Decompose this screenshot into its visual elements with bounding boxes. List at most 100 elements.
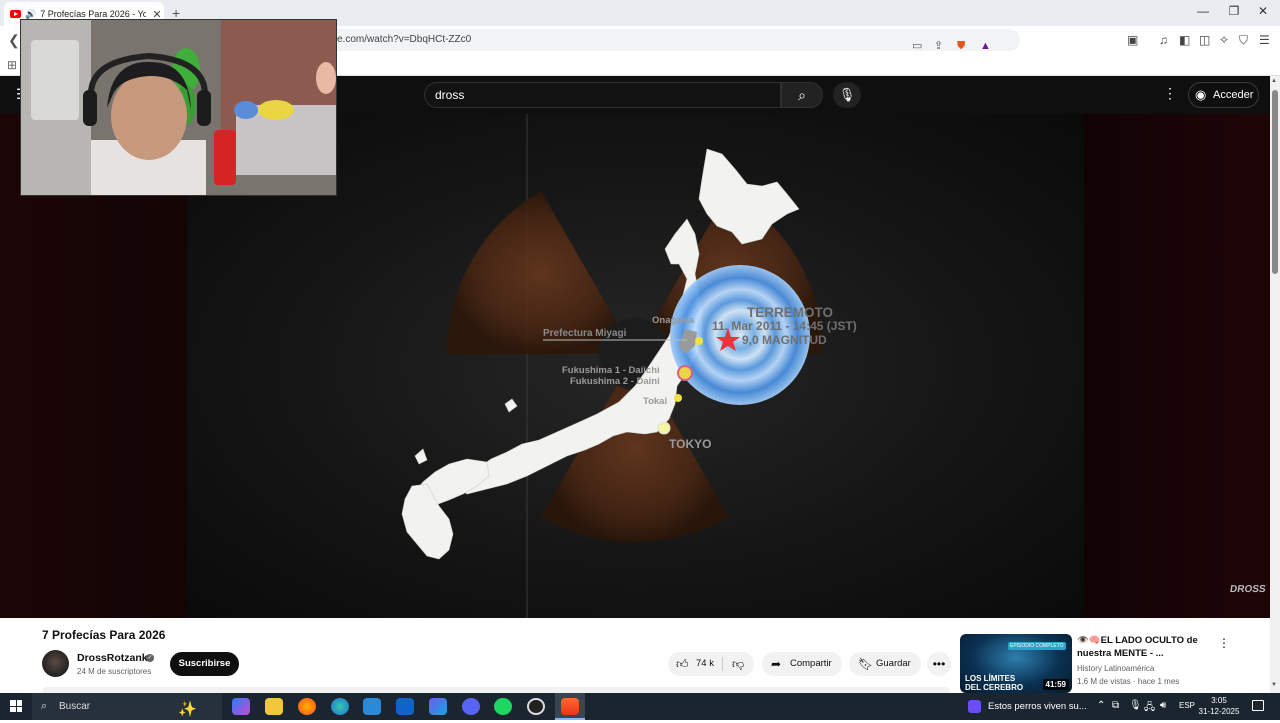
search-icon: ⌕ (798, 87, 806, 103)
webcam-image (21, 20, 336, 195)
recommended-meta: 1.6 M de vistas · hace 1 mes (1077, 677, 1180, 686)
tokyo-marker-icon (657, 421, 671, 435)
address-bar[interactable]: e.com/watch?v=DbqHCt-ZZc0 ▭ ⇪ ⛊ ▲ (300, 29, 1020, 52)
close-window-button[interactable]: ✕ (1253, 4, 1273, 18)
file-explorer-icon[interactable] (265, 698, 283, 715)
search-input[interactable]: dross (424, 82, 781, 108)
page-scrollbar[interactable]: ▲ ▼ (1270, 76, 1280, 693)
thumbnail-text-1: LOS LÍMITES (965, 674, 1016, 683)
youtube-favicon-icon (10, 10, 21, 18)
taskbar-search-box[interactable]: ⌕ Buscar ✨ (32, 693, 222, 720)
video-duration: 41:59 (1042, 679, 1069, 690)
microphone-tray-icon[interactable]: 🎙︎ (1129, 700, 1142, 711)
microphone-icon: 🎙 (838, 87, 856, 102)
vpn-icon[interactable]: ⛉ (1239, 33, 1248, 48)
sidebar-icon[interactable]: ◧ (1179, 33, 1190, 47)
restore-button[interactable]: ❐ (1224, 4, 1244, 18)
onagawa-label: Onagawa (652, 315, 695, 326)
share-arrow-icon: ➦ (771, 657, 782, 671)
channel-name[interactable]: DrossRotzank (77, 652, 148, 664)
sign-in-button[interactable]: ◉ Acceder (1188, 82, 1259, 108)
taskbar-search-placeholder: Buscar (59, 701, 91, 712)
search-button[interactable]: ⌕ (781, 82, 823, 108)
video-details: 7 Profecías Para 2026 DrossRotzank ✓ 24 … (0, 618, 1270, 693)
tokai-nuclear-icon (674, 394, 682, 402)
brave-icon (561, 698, 579, 715)
tray-overflow-icon[interactable]: ⌃ (1097, 700, 1105, 711)
fukushima1-label: Fukushima 1 - Daiichi (562, 365, 660, 376)
fukushima-nuclear-icon (677, 365, 693, 381)
video-title: 7 Profecías Para 2026 (42, 628, 166, 642)
wallet-icon[interactable]: ◫ (1199, 33, 1210, 47)
share-label: Compartir (790, 658, 832, 669)
more-actions-button[interactable]: ••• (927, 652, 951, 676)
store-icon[interactable] (363, 698, 381, 715)
tab-title: 7 Profecías Para 2026 - YouTube (40, 9, 146, 19)
channel-watermark[interactable]: DROSS (1229, 584, 1266, 595)
settings-kebab-icon[interactable]: ⋮ (1163, 85, 1177, 102)
speaker-icon[interactable]: 🔊 (25, 9, 36, 20)
search-highlight-icon: ✨ (178, 701, 197, 718)
minimize-button[interactable]: — (1193, 4, 1213, 18)
fukushima2-label: Fukushima 2 - Daini (570, 376, 660, 387)
notification-icon[interactable] (1252, 700, 1264, 711)
channel-avatar[interactable] (42, 650, 69, 677)
recommended-title-line-1[interactable]: 👁️🧠EL LADO OCULTO de (1077, 635, 1198, 646)
save-button[interactable]: 🔖︎ Guardar (849, 652, 921, 676)
share-button[interactable]: ➦ Compartir (762, 652, 842, 676)
recommended-menu-icon[interactable]: ⋮ (1218, 636, 1230, 650)
sign-in-label: Acceder (1213, 89, 1254, 101)
recommended-thumbnail[interactable]: EPISODIO COMPLETO LOS LÍMITES DEL CEREBR… (960, 634, 1072, 693)
like-dislike-group[interactable]: 👍︎ 74 k 👎︎ (668, 652, 754, 676)
language-indicator[interactable]: ESP (1179, 701, 1195, 710)
outlook-icon[interactable] (396, 698, 414, 715)
webcam-overlay (20, 19, 337, 196)
obs-icon[interactable] (527, 698, 545, 715)
url-text: e.com/watch?v=DbqHCt-ZZc0 (337, 34, 472, 45)
bookmark-icon: 🔖︎ (858, 657, 874, 671)
media-icon[interactable]: ♫ (1159, 33, 1168, 47)
like-divider (722, 657, 723, 671)
thumbnail-tag: EPISODIO COMPLETO (1008, 642, 1066, 650)
edge-icon[interactable] (331, 698, 349, 715)
dislike-thumb-icon[interactable]: 👎︎ (732, 652, 744, 676)
windows-start-icon[interactable] (10, 700, 22, 712)
leo-ai-icon[interactable]: ✧ (1219, 33, 1229, 47)
scroll-down-icon[interactable]: ▼ (1271, 682, 1277, 688)
verified-badge-icon: ✓ (146, 654, 154, 662)
tokyo-label: TOKYO (669, 437, 711, 451)
menu-icon[interactable]: ☰ (1259, 33, 1270, 47)
like-thumb-icon[interactable]: 👍︎ (676, 652, 689, 676)
quake-title: TERREMOTO (747, 305, 833, 320)
subscriber-count: 24 M de suscriptores (77, 667, 152, 676)
tray-app-icon[interactable]: ⧉ (1112, 700, 1119, 711)
network-icon[interactable]: 🖧︎ (1144, 700, 1155, 717)
scrollbar-thumb[interactable] (1272, 90, 1278, 274)
recommended-title-line-2[interactable]: nuestra MENTE - ... (1077, 648, 1164, 659)
volume-icon[interactable]: 🔊︎ (1160, 700, 1166, 711)
apps-grid-icon[interactable]: ⊞ (7, 58, 17, 72)
news-widget[interactable]: Estos perros viven su... (966, 693, 1091, 720)
ambient-glow-right (1084, 114, 1270, 618)
subscribe-button[interactable]: Suscribirse (170, 652, 239, 676)
system-clock[interactable]: 3:05 31-12-2025 (1198, 695, 1240, 717)
clock-time: 3:05 (1211, 696, 1227, 705)
thumbnail-text-2: DEL CEREBRO (965, 683, 1024, 692)
spotify-icon[interactable] (494, 698, 512, 715)
brave-taskbar-button[interactable] (555, 693, 585, 720)
copilot-icon[interactable] (232, 698, 250, 715)
news-widget-icon (968, 700, 981, 713)
onagawa-nuclear-icon (695, 337, 703, 345)
firefox-icon[interactable] (298, 698, 316, 715)
account-icon: ◉ (1195, 87, 1207, 102)
tab-search-icon[interactable]: ▣ (1127, 33, 1138, 47)
voice-search-button[interactable]: 🎙 (833, 82, 861, 108)
recommended-video[interactable]: EPISODIO COMPLETO LOS LÍMITES DEL CEREBR… (960, 634, 1260, 693)
back-arrow-icon[interactable]: ❮ (8, 32, 20, 49)
discord-icon[interactable] (462, 698, 480, 715)
tokai-label: Tokai (643, 396, 667, 407)
recommended-channel[interactable]: History Latinoamérica (1077, 664, 1154, 673)
save-label: Guardar (876, 658, 911, 669)
scroll-up-icon[interactable]: ▲ (1271, 78, 1277, 84)
teams-icon[interactable] (429, 698, 447, 715)
